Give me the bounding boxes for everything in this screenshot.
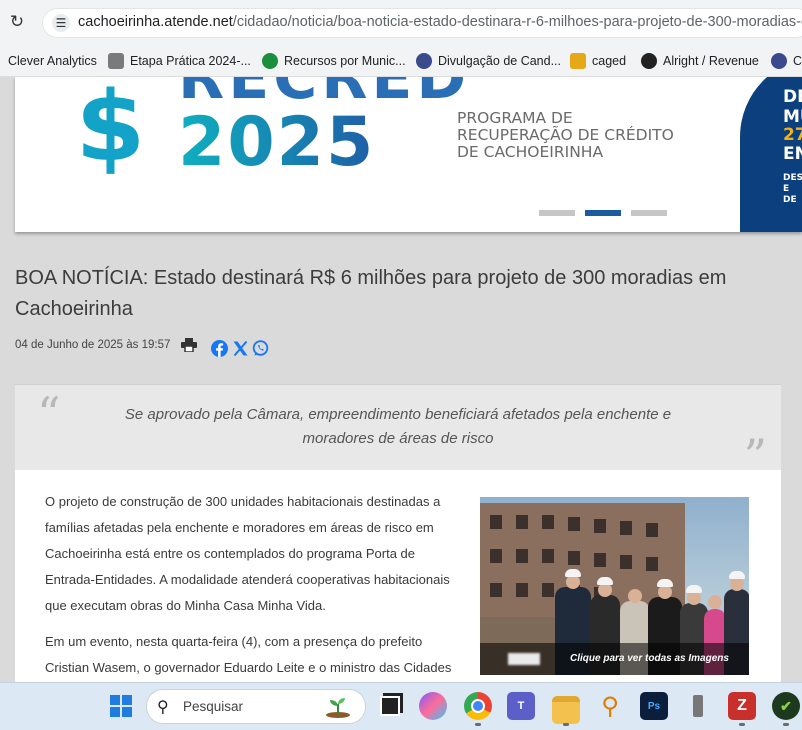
globe-dark-icon [641,53,657,69]
bookmark-item[interactable]: Etapa Prática 2024-... [108,52,251,70]
active-app-indicator [563,723,569,726]
article-subtitle: Se aprovado pela Câmara, empreendimento … [124,406,672,447]
usb-drive-icon[interactable] [684,692,712,720]
carousel-dot-active[interactable] [585,210,621,216]
taskbar-search[interactable]: ⚲ Pesquisar [146,689,366,724]
carousel-dot[interactable] [631,210,667,216]
address-bar[interactable]: ☰ cachoeirinha.atende.net/cidadao/notici… [42,8,802,38]
active-app-indicator [783,723,789,726]
carousel-indicators [539,210,667,216]
active-app-indicator [739,723,745,726]
bookmark-item[interactable]: Clever Analytics [8,52,97,70]
banner-panel-small: DES E DE [783,173,802,205]
photo-caption-bar[interactable]: Clique para ver todas as Imagens [480,643,749,675]
windows-taskbar: ⚲ Pesquisar T ⚲ Ps Z ✔ [0,682,802,730]
chart-icon [570,53,586,69]
banner-panel-text: DEMU [783,87,802,127]
reload-icon[interactable]: ↻ [8,13,26,31]
teams-icon[interactable]: T [507,692,535,720]
whatsapp-share-icon[interactable] [252,340,269,357]
search-icon: ⚲ [157,697,169,716]
active-app-indicator [475,723,481,726]
article-paragraph: Em um evento, nesta quarta-feira (4), co… [45,634,452,675]
article-title: BOA NOTÍCIA: Estado destinará R$ 6 milhõ… [15,267,727,320]
search-input[interactable]: Pesquisar [183,699,243,714]
globe-icon [416,53,432,69]
facebook-share-icon[interactable] [211,340,228,357]
magnifier-app-icon[interactable]: ⚲ [596,692,624,720]
filezilla-icon[interactable]: Z [728,692,756,720]
dollar-logo-icon: $ [75,77,146,183]
open-quote-icon: “ [37,387,61,441]
browser-toolbar: ↻ ☰ cachoeirinha.atende.net/cidadao/noti… [0,0,802,46]
task-view-icon[interactable] [376,692,404,720]
banner-panel-text: EN [783,144,802,164]
page-content: RECRED $ 2025 PROGRAMA DE RECUPERAÇÃO DE… [0,77,802,682]
print-icon[interactable] [181,338,197,352]
banner-year: 2025 [178,103,376,182]
url-text[interactable]: cachoeirinha.atende.net/cidadao/noticia/… [78,14,802,30]
chrome-icon[interactable] [464,692,492,720]
file-explorer-icon[interactable] [552,696,580,724]
carousel-dot[interactable] [539,210,575,216]
bookmark-item[interactable]: caged [570,52,626,70]
banner-program-text: PROGRAMA DE RECUPERAÇÃO DE CRÉDITO DE CA… [457,109,674,161]
portrait-icon [108,53,124,69]
globe-icon [771,53,787,69]
copilot-icon[interactable] [419,692,447,720]
photo-caption[interactable]: Clique para ver todas as Imagens [570,653,729,664]
recred-banner[interactable]: RECRED $ 2025 PROGRAMA DE RECUPERAÇÃO DE… [15,77,802,232]
bookmarks-bar: Clever Analytics Etapa Prática 2024-... … [0,46,802,77]
article-subtitle-box: “ Se aprovado pela Câmara, empreendiment… [15,384,781,483]
bookmark-item[interactable]: C [771,52,802,70]
photoshop-icon[interactable]: Ps [640,692,668,720]
bookmark-item[interactable]: Divulgação de Cand... [416,52,561,70]
article-photo[interactable]: Clique para ver todas as Imagens [480,497,749,675]
x-share-icon[interactable] [232,340,249,357]
banner-panel-number: 27 [783,125,802,145]
article-paragraph: O projeto de construção de 300 unidades … [45,494,450,613]
bookmark-item[interactable]: Alright / Revenue [641,52,759,70]
article-date: 04 de Junho de 2025 às 19:57 [15,339,171,351]
windows-start-icon[interactable] [110,695,132,717]
article-body: O projeto de construção de 300 unidades … [15,470,781,682]
bookmark-item[interactable]: Recursos por Munic... [262,52,406,70]
flag-icon [262,53,278,69]
site-info-icon[interactable]: ☰ [52,14,70,32]
app-icon[interactable]: ✔ [772,692,800,720]
photo-counter [508,653,540,665]
seedling-icon [326,698,350,718]
